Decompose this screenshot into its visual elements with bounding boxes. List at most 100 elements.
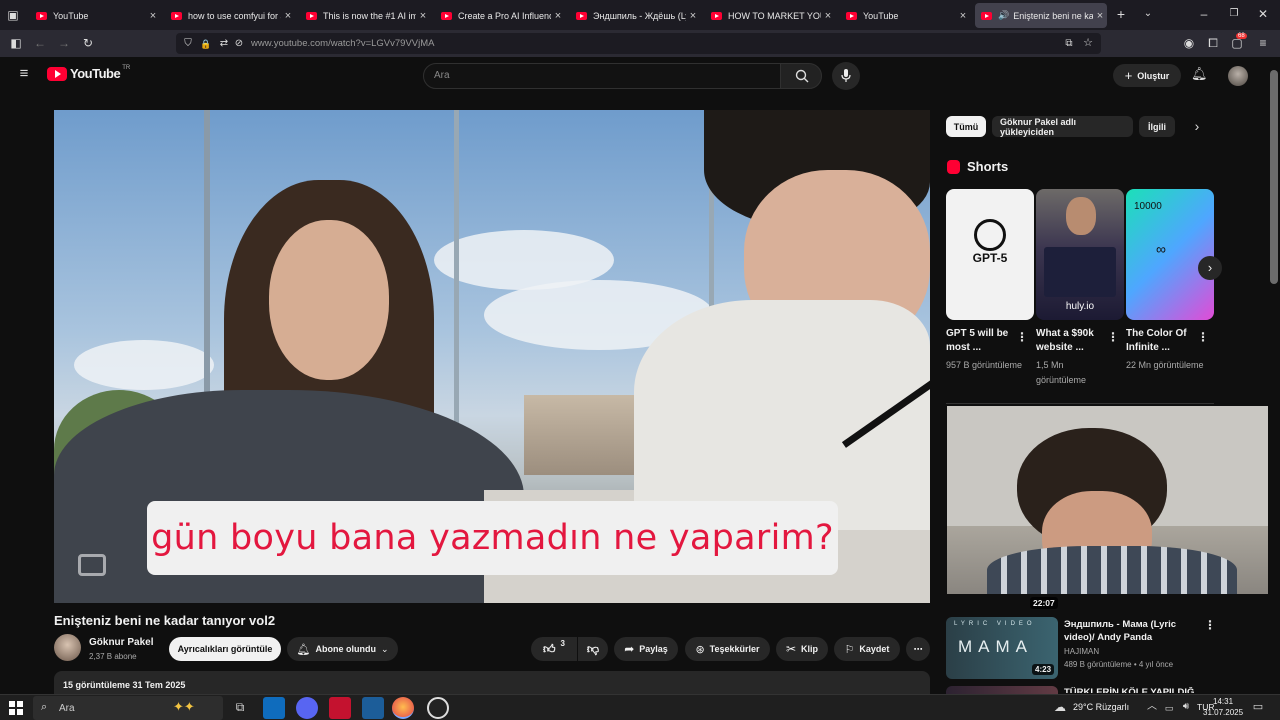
volume-icon[interactable]: 🔊︎ <box>1180 700 1192 714</box>
video-title: Enişteniz beni ne kadar tanıyor vol2 <box>54 613 276 628</box>
outlook-icon[interactable] <box>263 697 285 719</box>
related-video-thumbnail[interactable]: LYRIC VIDEO МАМА 4:23 <box>946 617 1058 679</box>
clip-button[interactable]: ✂ Klip <box>776 637 828 661</box>
create-button[interactable]: + Oluştur <box>1113 64 1181 87</box>
search-button[interactable] <box>780 63 822 89</box>
clock-date[interactable]: 31.07.2025 <box>1203 708 1243 717</box>
menu-icon[interactable]: ≡ <box>1256 36 1270 50</box>
related-video-channel[interactable]: HAJIMAN <box>1064 647 1099 656</box>
close-icon[interactable]: × <box>1093 10 1107 22</box>
browser-tab[interactable]: YouTube × <box>840 3 970 28</box>
like-button[interactable]: 👍︎ 3 <box>531 637 577 661</box>
firefox-icon[interactable] <box>392 697 414 719</box>
close-icon[interactable]: × <box>821 10 835 22</box>
browser-tab[interactable]: how to use comfyui for ai i × <box>165 3 295 28</box>
new-tab-icon[interactable]: + <box>1114 7 1128 21</box>
extensions-icon[interactable]: ⧠ <box>1206 36 1220 50</box>
hamburger-menu-icon[interactable]: ≡ <box>16 66 32 81</box>
close-icon[interactable]: × <box>281 10 295 22</box>
speaker-icon[interactable]: 🔊 <box>998 10 1009 21</box>
more-actions-button[interactable]: ⋯ <box>906 637 930 661</box>
more-vertical-icon[interactable]: ⋮ <box>1107 330 1119 344</box>
chevron-down-icon[interactable]: ⌄ <box>1141 7 1155 21</box>
browser-tab[interactable]: HOW TO MARKET YOUR AI × <box>705 3 835 28</box>
forward-icon[interactable]: → <box>57 36 71 50</box>
scrollbar-thumb[interactable] <box>1270 70 1278 284</box>
reload-icon[interactable]: ↻ <box>81 36 95 50</box>
back-icon[interactable]: ← <box>33 36 47 50</box>
autoplay-icon[interactable]: ⊘ <box>233 37 245 51</box>
network-icon[interactable]: ▭ <box>1163 701 1175 715</box>
chip-related[interactable]: İlgili <box>1139 116 1175 137</box>
channel-name[interactable]: Göknur Pakel <box>89 637 153 648</box>
short-thumbnail[interactable]: huly.io <box>1036 189 1124 320</box>
weather-icon[interactable]: ☁ <box>1052 700 1068 714</box>
task-view-icon[interactable]: ⧉ <box>233 700 247 714</box>
short-thumbnail[interactable]: 10000 ∞ <box>1126 189 1214 320</box>
chip-from-uploader[interactable]: Göknur Pakel adlı yükleyiciden <box>992 116 1133 137</box>
taskbar-search[interactable]: ⌕ Ara ✦✦ <box>33 696 223 720</box>
discord-icon[interactable] <box>296 697 318 719</box>
chip-all[interactable]: Tümü <box>946 116 986 137</box>
browser-tab[interactable]: This is now the #1 AI image × <box>300 3 430 28</box>
tab-overview-icon[interactable]: ▣ <box>6 8 20 22</box>
scrollbar[interactable] <box>1268 62 1280 694</box>
related-video-title[interactable]: Эндшпиль - Мама (Lyric video)/ Andy Pand… <box>1064 618 1199 644</box>
more-vertical-icon[interactable]: ⋮ <box>1016 330 1028 344</box>
close-icon[interactable]: × <box>551 10 565 22</box>
related-video-thumbnail[interactable] <box>946 686 1058 694</box>
account-icon[interactable]: ◉ <box>1182 36 1196 50</box>
clock-time[interactable]: 14:31 <box>1213 697 1233 706</box>
opera-icon[interactable] <box>329 697 351 719</box>
close-icon[interactable]: × <box>416 10 430 22</box>
url-field[interactable]: ⛉ 🔒 ⇄ ⊘ www.youtube.com/watch?v=LGVv79VV… <box>176 33 1101 54</box>
close-icon[interactable]: × <box>956 10 970 22</box>
save-button[interactable]: ⚐ Kaydet <box>834 637 900 661</box>
short-title[interactable]: GPT 5 will be most ... <box>946 327 1018 355</box>
related-video-title[interactable]: TÜRKLERİN KÖLE YAPILDIĞI <box>1064 687 1194 693</box>
more-vertical-icon[interactable]: ⋮ <box>1197 330 1209 344</box>
thanks-button[interactable]: ⊛ Teşekkürler <box>685 637 770 661</box>
notifications-bell-icon[interactable]: 🔔︎ <box>1191 67 1208 81</box>
windows-start-icon[interactable] <box>9 701 23 715</box>
window-close-icon[interactable]: ✕ <box>1256 7 1270 21</box>
chevron-right-icon[interactable]: › <box>1190 119 1204 133</box>
search-input[interactable]: Ara <box>423 63 781 89</box>
browser-tab-active[interactable]: 🔊 Enişteniz beni ne kadar × <box>975 3 1107 28</box>
thumbs-down-icon: 👎︎ <box>586 641 600 656</box>
more-vertical-icon[interactable]: ⋮ <box>1204 618 1216 632</box>
short-thumbnail[interactable]: GPT-5 <box>946 189 1034 320</box>
weather-text[interactable]: 29°C Rüzgarlı <box>1073 702 1129 712</box>
thumb-text: МАМА <box>958 637 1033 656</box>
share-button[interactable]: ➦ Paylaş <box>614 637 678 661</box>
short-title[interactable]: The Color Of Infinite ... <box>1126 327 1198 355</box>
browser-tab[interactable]: Create a Pro AI Influencer. I × <box>435 3 565 28</box>
obs-icon[interactable] <box>427 697 449 719</box>
chevron-up-icon[interactable]: ︿ <box>1146 700 1158 714</box>
avatar[interactable] <box>1228 66 1248 86</box>
shield-icon[interactable]: ⛉ <box>182 37 194 51</box>
picture-in-picture-icon[interactable]: ⧉ <box>1063 37 1075 51</box>
youtube-logo[interactable]: YouTube TR <box>47 65 130 81</box>
shorts-next-button[interactable]: › <box>1198 256 1222 280</box>
voice-search-button[interactable] <box>832 62 860 90</box>
membership-perks-button[interactable]: Ayrıcalıkları görüntüle <box>169 637 281 661</box>
dislike-button[interactable]: 👎︎ <box>578 637 608 661</box>
short-title[interactable]: What a $90k website ... <box>1036 327 1108 355</box>
close-icon[interactable]: × <box>146 10 160 22</box>
video-player[interactable]: gün boyu bana yazmadın ne yaparim? <box>54 110 930 603</box>
media-app-icon[interactable] <box>362 697 384 719</box>
permissions-icon[interactable]: ⇄ <box>218 37 230 51</box>
minimize-icon[interactable]: – <box>1197 7 1211 21</box>
maximize-icon[interactable]: ❐ <box>1227 7 1241 21</box>
sidebar-icon[interactable]: ◧ <box>9 36 23 50</box>
lock-icon[interactable]: 🔒 <box>200 37 212 51</box>
bookmark-star-icon[interactable]: ☆ <box>1082 36 1094 50</box>
close-icon[interactable]: × <box>686 10 700 22</box>
youtube-favicon-icon <box>711 11 722 20</box>
notification-center-icon[interactable]: ▭ <box>1251 700 1265 714</box>
subscribed-button[interactable]: 🔔︎ Abone olundu ⌄ <box>287 637 398 661</box>
browser-tab[interactable]: YouTube × <box>30 3 160 28</box>
channel-avatar[interactable] <box>54 634 81 661</box>
browser-tab[interactable]: Эндшпиль - Ждёшь (Lyric × <box>570 3 700 28</box>
